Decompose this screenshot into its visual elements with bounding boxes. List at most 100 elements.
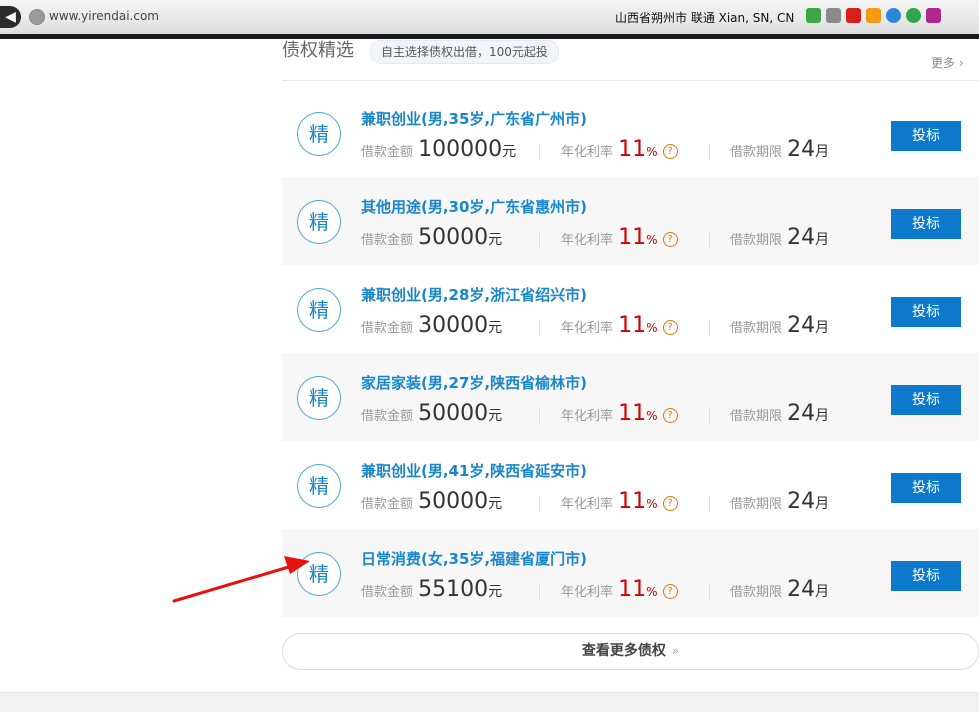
loan-rate: 年化利率 11%? <box>561 577 678 602</box>
term-value: 24 <box>787 401 816 426</box>
featured-badge: 精 <box>297 112 341 156</box>
field-divider <box>709 321 710 335</box>
help-icon[interactable]: ? <box>662 232 678 247</box>
term-label: 借款期限 <box>730 233 783 248</box>
help-icon[interactable]: ? <box>662 320 678 335</box>
more-link-label: 更多 <box>931 56 956 70</box>
loan-title[interactable]: 家居家装(男,27岁,陕西省榆林市) <box>361 372 587 393</box>
section-subtitle-badge: 自主选择债权出借，100元起投 <box>370 40 559 64</box>
amount-unit: 元 <box>488 232 503 248</box>
globe-icon <box>29 9 45 25</box>
rate-value: 11 <box>618 137 647 162</box>
amount-label: 借款金额 <box>361 145 414 160</box>
field-divider <box>539 145 540 159</box>
loan-amount: 借款金额 100000元 <box>361 137 516 162</box>
term-value: 24 <box>787 137 816 162</box>
loan-title[interactable]: 兼职创业(男,41岁,陕西省延安市) <box>361 460 587 481</box>
rate-value: 11 <box>618 225 647 250</box>
extension-icons <box>806 8 941 26</box>
bid-button[interactable]: 投标 <box>891 561 961 591</box>
rate-unit: % <box>646 233 658 247</box>
rate-label: 年化利率 <box>561 409 614 424</box>
loan-rate: 年化利率 11%? <box>561 489 678 514</box>
rate-label: 年化利率 <box>561 585 614 600</box>
feather-icon[interactable] <box>926 8 941 23</box>
term-value: 24 <box>787 489 816 514</box>
loan-rate: 年化利率 11%? <box>561 401 678 426</box>
loan-amount: 借款金额 55100元 <box>361 577 502 602</box>
g-extension-icon[interactable] <box>906 8 921 23</box>
rate-unit: % <box>646 321 658 335</box>
amount-label: 借款金额 <box>361 585 414 600</box>
rate-value: 11 <box>618 577 647 602</box>
view-more-label: 查看更多债权 <box>581 643 666 659</box>
list-item: 精 其他用途(男,30岁,广东省惠州市) 借款金额 50000元 年化利率 11… <box>282 177 979 265</box>
help-icon[interactable]: ? <box>662 144 678 159</box>
loan-amount: 借款金额 50000元 <box>361 489 502 514</box>
amount-label: 借款金额 <box>361 409 414 424</box>
loan-title[interactable]: 日常消费(女,35岁,福建省厦门市) <box>361 548 587 569</box>
field-divider <box>539 321 540 335</box>
loan-title[interactable]: 其他用途(男,30岁,广东省惠州市) <box>361 196 587 217</box>
chevron-right-icon: › <box>958 56 964 70</box>
amount-value: 50000 <box>418 225 489 250</box>
back-arrow-icon[interactable]: ◀ <box>0 6 21 28</box>
bid-button[interactable]: 投标 <box>891 297 961 327</box>
field-divider <box>539 409 540 423</box>
bid-button[interactable]: 投标 <box>891 209 961 239</box>
list-item: 精 日常消费(女,35岁,福建省厦门市) 借款金额 55100元 年化利率 11… <box>282 529 979 617</box>
amount-unit: 元 <box>488 320 503 336</box>
rate-unit: % <box>646 145 658 159</box>
term-value: 24 <box>787 577 816 602</box>
loan-term: 借款期限 24月 <box>730 313 829 338</box>
loan-term: 借款期限 24月 <box>730 577 829 602</box>
chart-icon[interactable] <box>866 8 881 23</box>
term-label: 借款期限 <box>730 585 783 600</box>
amount-value: 100000 <box>418 137 503 162</box>
bid-button[interactable]: 投标 <box>891 473 961 503</box>
amount-value: 30000 <box>418 313 489 338</box>
amount-label: 借款金额 <box>361 497 414 512</box>
amount-unit: 元 <box>488 496 503 512</box>
loan-amount: 借款金额 50000元 <box>361 225 502 250</box>
loan-term: 借款期限 24月 <box>730 489 829 514</box>
featured-badge: 精 <box>297 376 341 420</box>
field-divider <box>709 233 710 247</box>
field-divider <box>709 585 710 599</box>
list-item: 精 兼职创业(男,28岁,浙江省绍兴市) 借款金额 30000元 年化利率 11… <box>282 265 979 353</box>
china-flag-icon[interactable] <box>846 8 861 23</box>
featured-badge: 精 <box>297 200 341 244</box>
view-more-button[interactable]: 查看更多债权 » <box>282 633 979 670</box>
amount-unit: 元 <box>488 584 503 600</box>
featured-badge: 精 <box>297 464 341 508</box>
rate-unit: % <box>646 585 658 599</box>
term-unit: 月 <box>815 496 830 512</box>
featured-badge: 精 <box>297 288 341 332</box>
bid-button[interactable]: 投标 <box>891 121 961 151</box>
swirl-icon[interactable] <box>886 8 901 23</box>
shield-icon[interactable] <box>806 8 821 23</box>
toolbar-divider <box>0 34 979 39</box>
rate-label: 年化利率 <box>561 145 614 160</box>
loan-title[interactable]: 兼职创业(男,28岁,浙江省绍兴市) <box>361 284 587 305</box>
more-link[interactable]: 更多 › <box>931 54 964 71</box>
help-icon[interactable]: ? <box>662 584 678 599</box>
amount-label: 借款金额 <box>361 233 414 248</box>
term-unit: 月 <box>815 144 830 160</box>
loan-amount: 借款金额 50000元 <box>361 401 502 426</box>
qr-code-icon[interactable] <box>826 8 841 23</box>
rate-label: 年化利率 <box>561 321 614 336</box>
loan-title[interactable]: 兼职创业(男,35岁,广东省广州市) <box>361 108 587 129</box>
loan-rate: 年化利率 11%? <box>561 137 678 162</box>
loan-amount: 借款金额 30000元 <box>361 313 502 338</box>
bid-button[interactable]: 投标 <box>891 385 961 415</box>
list-item: 精 家居家装(男,27岁,陕西省榆林市) 借款金额 50000元 年化利率 11… <box>282 353 979 441</box>
rate-value: 11 <box>618 489 647 514</box>
term-label: 借款期限 <box>730 321 783 336</box>
rate-label: 年化利率 <box>561 497 614 512</box>
help-icon[interactable]: ? <box>662 408 678 423</box>
section-title: 债权精选 <box>282 40 354 61</box>
address-bar-url[interactable]: www.yirendai.com <box>49 9 159 23</box>
help-icon[interactable]: ? <box>662 496 678 511</box>
geo-location-info: 山西省朔州市 联通 Xian, SN, CN <box>615 11 795 25</box>
